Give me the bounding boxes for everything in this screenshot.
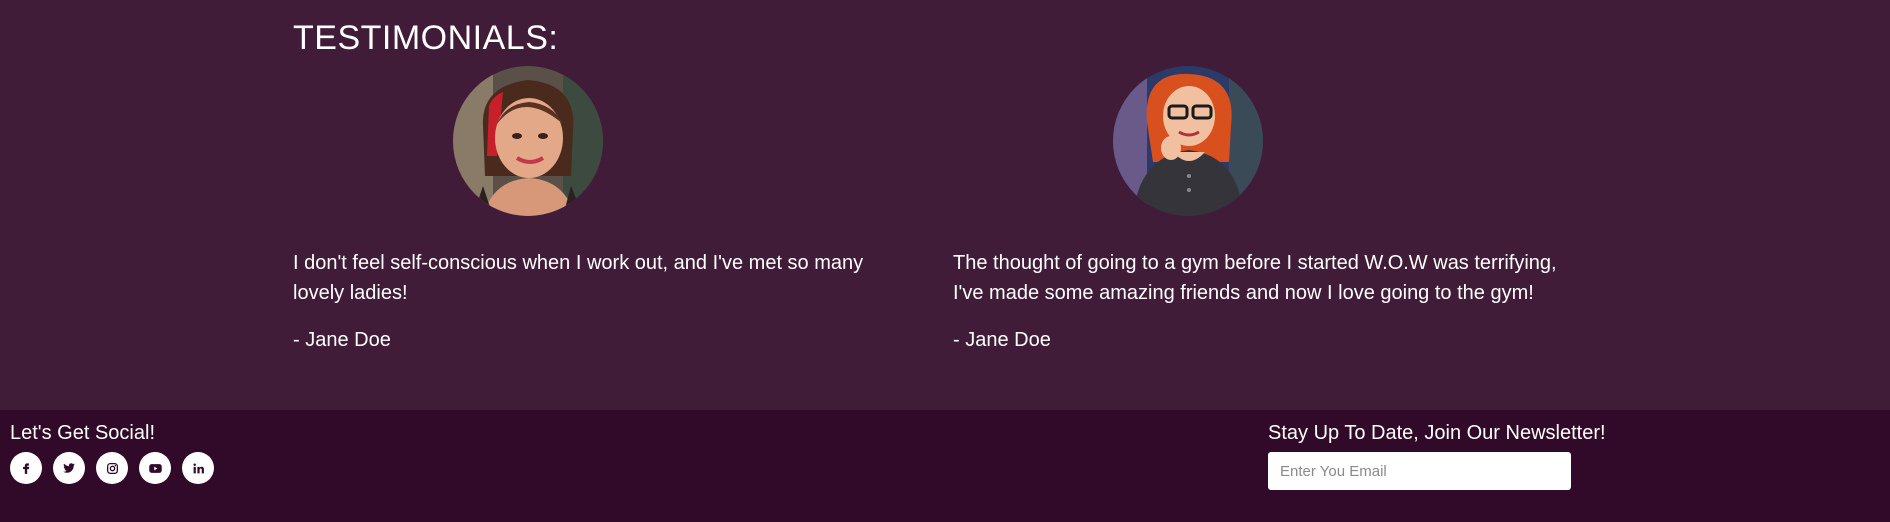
instagram-link[interactable]	[96, 452, 128, 484]
instagram-icon	[106, 462, 118, 474]
newsletter-title: Stay Up To Date, Join Our Newsletter!	[1268, 422, 1606, 444]
avatar-photo-woman-redhead-glasses-icon	[1113, 66, 1263, 216]
footer	[0, 410, 1890, 522]
facebook-icon	[23, 463, 30, 474]
avatar	[453, 66, 603, 216]
linkedin-link[interactable]	[182, 452, 214, 484]
youtube-link[interactable]	[139, 452, 171, 484]
testimonials-section: TESTIMONIALS: I don't feel self-consciou…	[0, 0, 1890, 410]
avatar	[1113, 66, 1263, 216]
linkedin-icon	[192, 462, 204, 473]
testimonial-card: The thought of going to a gym before I s…	[953, 0, 1583, 410]
testimonial-quote: The thought of going to a gym before I s…	[953, 252, 1557, 304]
twitter-link[interactable]	[53, 452, 85, 484]
facebook-link[interactable]	[10, 452, 42, 484]
twitter-icon	[63, 463, 75, 473]
youtube-icon	[148, 463, 162, 473]
testimonial-quote: I don't feel self-conscious when I work …	[293, 252, 864, 304]
social-links	[10, 452, 214, 484]
testimonial-author: - Jane Doe	[953, 329, 1051, 351]
testimonial-card: I don't feel self-conscious when I work …	[293, 0, 923, 410]
social-title: Let's Get Social!	[10, 422, 155, 444]
testimonial-author: - Jane Doe	[293, 329, 391, 351]
avatar-photo-woman-brunette-icon	[453, 66, 603, 216]
newsletter-email-input[interactable]	[1268, 452, 1571, 490]
